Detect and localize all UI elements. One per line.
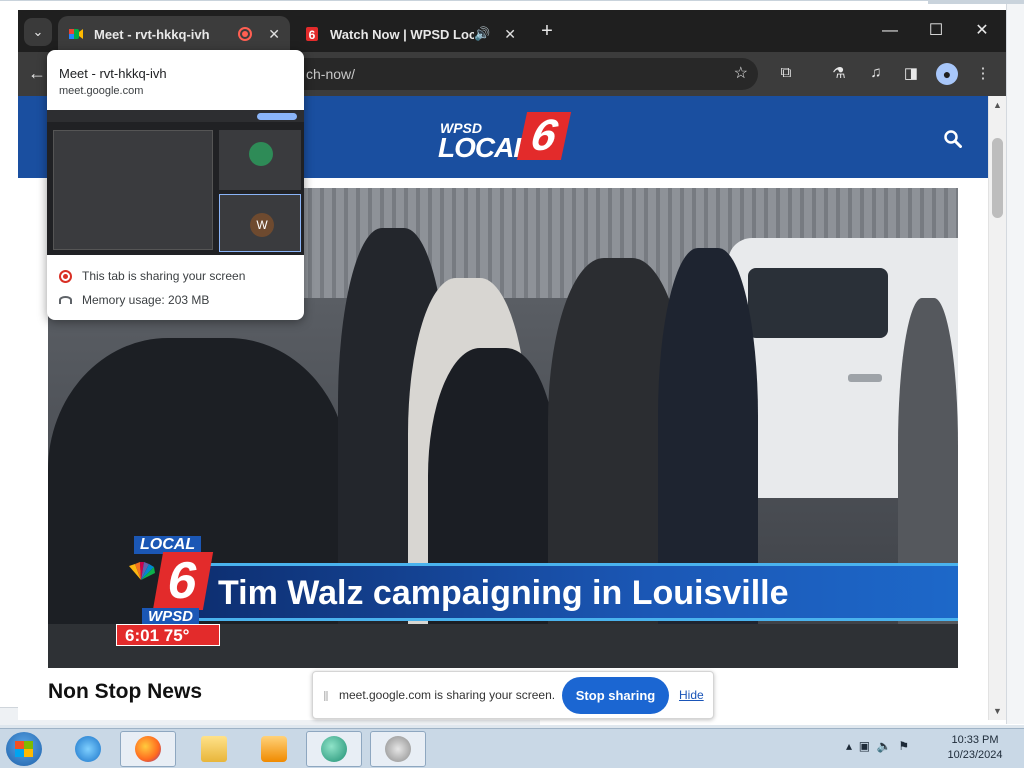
bug-six: 6 bbox=[152, 552, 214, 610]
tab-strip: ⌄ Meet - rvt-hkkq-ivh ✕ 6 Watch Now | WP… bbox=[18, 10, 1006, 52]
hover-card-url: meet.google.com bbox=[59, 85, 144, 97]
section-heading: Non Stop News bbox=[48, 680, 203, 703]
peacock-icon bbox=[129, 562, 155, 580]
clock-date: 10/23/2024 bbox=[947, 749, 1003, 761]
video-vehicle-handle bbox=[848, 374, 882, 382]
svg-text:6: 6 bbox=[309, 28, 316, 42]
close-window-button[interactable]: ✕ bbox=[962, 20, 1002, 42]
tray-expand-icon[interactable]: ▴ bbox=[846, 739, 852, 753]
system-tray: ▴ ▣ 🔈 ⚑ bbox=[846, 739, 909, 753]
scroll-down-arrow-icon[interactable]: ▼ bbox=[993, 706, 1002, 716]
flag-icon[interactable]: ⚑ bbox=[898, 739, 909, 753]
video-headline: Tim Walz campaigning in Louisville bbox=[218, 574, 789, 612]
taskbar: ▴ ▣ 🔈 ⚑ 10:33 PM 10/23/2024 bbox=[0, 728, 1024, 768]
url-text: ch-now/ bbox=[306, 66, 356, 82]
tab-meet[interactable]: Meet - rvt-hkkq-ivh ✕ bbox=[58, 16, 290, 52]
hover-card-title: Meet - rvt-hkkq-ivh bbox=[59, 66, 167, 81]
wpsd-favicon-icon: 6 bbox=[304, 26, 320, 42]
thumbnail-tile bbox=[219, 130, 301, 190]
stop-sharing-button[interactable]: Stop sharing bbox=[562, 677, 669, 714]
speaker-icon[interactable]: 🔊 bbox=[474, 26, 490, 42]
hover-card-thumbnail: W bbox=[47, 110, 304, 255]
memory-usage-row: Memory usage: 203 MB bbox=[59, 293, 209, 307]
taskbar-firefox[interactable] bbox=[120, 731, 176, 767]
back-arrow-icon[interactable]: ← bbox=[28, 63, 46, 84]
lower-third-bar: Tim Walz campaigning in Louisville bbox=[178, 563, 958, 621]
start-button[interactable] bbox=[6, 732, 42, 766]
bookmark-star-icon[interactable]: ☆ bbox=[734, 58, 748, 90]
sharing-status-text: This tab is sharing your screen bbox=[82, 269, 246, 283]
kebab-menu-icon[interactable]: ⋮ bbox=[973, 64, 993, 82]
flask-icon[interactable]: ⚗ bbox=[829, 64, 849, 82]
drag-handle-icon[interactable]: ‖ bbox=[323, 688, 329, 704]
chevron-down-icon[interactable]: ⌄ bbox=[24, 18, 52, 46]
taskbar-file-explorer[interactable] bbox=[186, 731, 242, 767]
tab-title: Meet - rvt-hkkq-ivh bbox=[94, 26, 210, 42]
minimize-button[interactable]: — bbox=[870, 20, 910, 42]
bug-wpsd: WPSD bbox=[142, 608, 199, 625]
thumbnail-avatar: W bbox=[250, 213, 274, 237]
tab-wpsd[interactable]: 6 Watch Now | WPSD Local 6 🔊 ✕ bbox=[294, 16, 526, 52]
thumbnail-topbar bbox=[47, 110, 304, 122]
recording-icon bbox=[238, 27, 253, 41]
thumbnail-pill bbox=[257, 113, 297, 120]
logo-six: 6 bbox=[516, 111, 572, 160]
thumbnail-tile: W bbox=[219, 194, 301, 252]
site-logo[interactable]: WPSD LOCAL 6 bbox=[438, 110, 578, 164]
firefox-icon bbox=[135, 736, 161, 762]
background-window-edge bbox=[1006, 4, 1024, 724]
google-meet-icon bbox=[68, 26, 84, 42]
close-tab-icon[interactable]: ✕ bbox=[504, 26, 516, 43]
network-icon[interactable]: ▣ bbox=[859, 739, 870, 753]
desktop: ⌄ Meet - rvt-hkkq-ivh ✕ 6 Watch Now | WP… bbox=[0, 0, 1024, 768]
windows-logo-icon-lower bbox=[15, 749, 33, 757]
taskbar-media-player[interactable] bbox=[246, 731, 302, 767]
folder-icon bbox=[201, 736, 227, 762]
media-player-icon bbox=[261, 736, 287, 762]
side-panel-icon[interactable]: ◨ bbox=[901, 64, 921, 82]
taskbar-internet-explorer[interactable] bbox=[60, 731, 116, 767]
clock[interactable]: 10:33 PM 10/23/2024 bbox=[940, 733, 1010, 763]
tab-hover-card: Meet - rvt-hkkq-ivh meet.google.com W Th… bbox=[47, 50, 304, 320]
speaker-app-icon bbox=[385, 736, 411, 762]
share-message: meet.google.com is sharing your screen. bbox=[339, 688, 556, 702]
scroll-up-arrow-icon[interactable]: ▲ bbox=[993, 100, 1002, 110]
taskbar-app[interactable] bbox=[306, 731, 362, 767]
media-queue-icon[interactable]: ♫ bbox=[866, 64, 886, 81]
gauge-icon bbox=[59, 296, 72, 304]
time-temp-badge: 6:01 75° bbox=[116, 624, 220, 646]
video-vehicle-window bbox=[748, 268, 888, 338]
tab-title: Watch Now | WPSD Local 6 bbox=[330, 26, 475, 42]
close-tab-icon[interactable]: ✕ bbox=[268, 26, 280, 43]
search-icon[interactable] bbox=[944, 130, 962, 153]
logo-local: LOCAL bbox=[438, 132, 530, 163]
new-tab-button[interactable]: + bbox=[536, 20, 558, 42]
screen-share-bar: ‖ meet.google.com is sharing your screen… bbox=[312, 671, 714, 719]
page-scrollbar[interactable]: ▲ ▼ bbox=[988, 96, 1006, 720]
volume-icon[interactable]: 🔈 bbox=[877, 739, 892, 753]
internet-explorer-icon bbox=[75, 736, 101, 762]
clock-time: 10:33 PM bbox=[951, 734, 999, 746]
scroll-thumb[interactable] bbox=[992, 138, 1003, 218]
sharing-status-row: This tab is sharing your screen bbox=[59, 269, 245, 283]
puzzle-icon[interactable]: ⧉ bbox=[776, 64, 796, 81]
thumbnail-presentation bbox=[53, 130, 213, 250]
taskbar-speaker-app[interactable] bbox=[370, 731, 426, 767]
memory-usage-text: Memory usage: 203 MB bbox=[82, 293, 210, 307]
maximize-button[interactable]: ☐ bbox=[916, 20, 956, 42]
hide-link[interactable]: Hide bbox=[679, 688, 704, 702]
app-icon bbox=[321, 736, 347, 762]
recording-icon bbox=[59, 269, 72, 283]
profile-icon[interactable]: ● bbox=[936, 63, 958, 85]
thumbnail-avatar bbox=[249, 142, 273, 166]
